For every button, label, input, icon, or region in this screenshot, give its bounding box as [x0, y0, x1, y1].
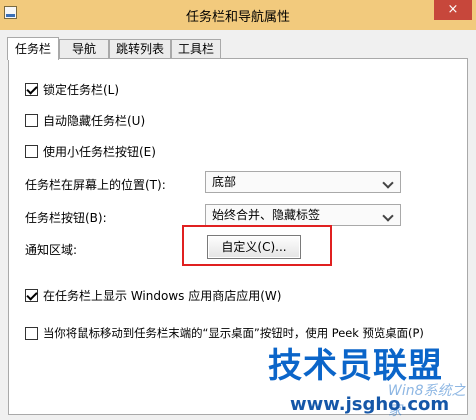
lock-taskbar-label: 锁定任务栏(L)	[43, 82, 120, 97]
small-buttons-label: 使用小任务栏按钮(E)	[43, 144, 156, 159]
watermark-url: www.jsgho.com	[290, 394, 450, 415]
tab-taskbar[interactable]: 任务栏	[7, 37, 59, 60]
position-label: 任务栏在屏幕上的位置(T):	[25, 178, 166, 192]
notification-label: 通知区域:	[25, 243, 78, 257]
tab-toolbars[interactable]: 工具栏	[171, 39, 221, 58]
window-title: 任务栏和导航属性	[185, 10, 290, 25]
position-value: 底部	[212, 175, 237, 189]
store-apps-label: 在任务栏上显示 Windows 应用商店应用(W)	[43, 288, 282, 303]
position-select[interactable]: 底部	[205, 171, 401, 193]
close-button[interactable]: ×	[434, 0, 472, 20]
store-apps-option[interactable]: 在任务栏上显示 Windows 应用商店应用(W)	[25, 287, 281, 303]
tab-jumplists[interactable]: 跳转列表	[109, 39, 171, 58]
autohide-option[interactable]: 自动隐藏任务栏(U)	[25, 112, 145, 128]
tab-navigation[interactable]: 导航	[59, 39, 109, 58]
chevron-down-icon	[382, 177, 394, 189]
title-bar: 任务栏和导航属性 ×	[0, 0, 476, 30]
lock-taskbar-option[interactable]: 锁定任务栏(L)	[25, 81, 119, 97]
chevron-down-icon	[382, 210, 394, 222]
watermark: 技术员联盟 Win8系统之家 www.jsgho.com	[268, 338, 468, 419]
small-buttons-option[interactable]: 使用小任务栏按钮(E)	[25, 143, 156, 159]
customize-button[interactable]: 自定义(C)...	[207, 235, 301, 259]
lock-taskbar-checkbox[interactable]	[25, 82, 38, 96]
buttons-label: 任务栏按钮(B):	[25, 211, 107, 225]
peek-checkbox[interactable]	[25, 326, 38, 340]
store-apps-checkbox[interactable]	[25, 288, 38, 302]
autohide-label: 自动隐藏任务栏(U)	[43, 113, 146, 128]
autohide-checkbox[interactable]	[25, 113, 38, 127]
buttons-select[interactable]: 始终合并、隐藏标签	[205, 204, 401, 226]
small-buttons-checkbox[interactable]	[25, 144, 38, 158]
buttons-value: 始终合并、隐藏标签	[212, 208, 321, 222]
